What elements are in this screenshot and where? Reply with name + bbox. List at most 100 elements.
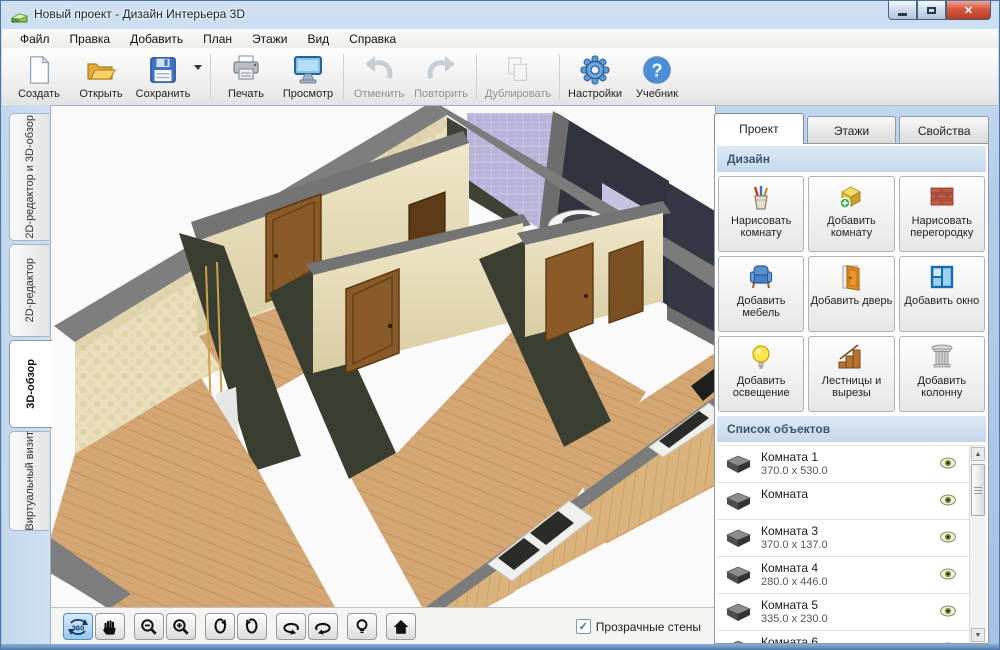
tab-virtual-visit[interactable]: Виртуальный визит [9, 431, 49, 531]
transparent-walls-checkbox[interactable] [576, 619, 591, 634]
rotate-vertical-left-button[interactable] [205, 613, 235, 640]
scroll-down-arrow[interactable]: ▼ [971, 628, 985, 642]
object-list: Комната 1 370.0 x 530.0 Комната [717, 445, 986, 643]
visibility-eye-icon[interactable] [940, 531, 956, 543]
menu-add[interactable]: Добавить [120, 31, 193, 47]
undo-arrow-icon [363, 54, 395, 86]
monitor-icon [292, 54, 324, 86]
tab-3d-view[interactable]: 3D-обзор [9, 340, 52, 428]
visibility-eye-icon[interactable] [940, 605, 956, 617]
save-button-group[interactable]: Сохранить [132, 48, 206, 105]
draw-room-button[interactable]: Нарисовать комнату [718, 176, 804, 252]
pan-button[interactable] [95, 613, 125, 640]
add-furniture-button[interactable]: Добавить мебель [718, 256, 804, 332]
object-list-header: Список объектов [717, 416, 986, 442]
open-button[interactable]: Открыть [70, 48, 132, 105]
rotate-vertical-right-icon [243, 618, 261, 636]
rotate-vertical-right-button[interactable] [237, 613, 267, 640]
menu-view[interactable]: Вид [297, 31, 339, 47]
printer-icon [230, 54, 262, 86]
duplicate-pages-icon [503, 54, 533, 86]
close-button[interactable]: ✕ [946, 1, 991, 20]
settings-button[interactable]: Настройки [564, 48, 626, 105]
zoom-in-icon [172, 618, 190, 636]
preview-button[interactable]: Просмотр [277, 48, 339, 105]
scroll-up-arrow[interactable]: ▲ [971, 447, 985, 461]
maximize-button[interactable] [917, 1, 946, 20]
lighting-button[interactable] [347, 613, 377, 640]
window-icon [928, 263, 956, 291]
door-icon [837, 263, 865, 291]
svg-text:?: ? [652, 60, 663, 80]
rotate-360-button[interactable]: 360 [63, 613, 93, 640]
new-document-icon [24, 54, 54, 86]
duplicate-button[interactable]: Дублировать [481, 48, 555, 105]
menu-floors[interactable]: Этажи [242, 31, 297, 47]
viewport-toolbar: 360 [51, 607, 715, 645]
visibility-eye-icon[interactable] [940, 568, 956, 580]
zoom-out-icon [140, 618, 158, 636]
list-item-room[interactable]: Комната 3 370.0 x 137.0 [717, 520, 986, 557]
visibility-eye-icon[interactable] [940, 457, 956, 469]
menu-file[interactable]: Файл [10, 31, 60, 47]
window-frame-bottom [1, 644, 999, 649]
rotate-360-icon: 360 [67, 616, 89, 638]
menu-help[interactable]: Справка [339, 31, 406, 47]
tab-2d-editor[interactable]: 2D-редактор [9, 244, 49, 337]
rotate-horizontal-left-icon [282, 618, 300, 636]
tab-2d-editor-and-3d-view[interactable]: 2D-редактор и 3D-обзор [9, 113, 49, 241]
rotate-horizontal-left-button[interactable] [276, 613, 306, 640]
scrollbar-thumb[interactable] [971, 464, 985, 516]
app-logo-icon [11, 7, 28, 23]
redo-button[interactable]: Повторить [410, 48, 472, 105]
list-item-room[interactable]: Комната 6 [717, 631, 986, 643]
door [609, 241, 643, 323]
add-room-button[interactable]: Добавить комнату [808, 176, 894, 252]
app-window: Новый проект - Дизайн Интерьера 3D ✕ Фай… [0, 0, 1000, 650]
room-box-icon [837, 183, 865, 211]
add-lighting-button[interactable]: Добавить освещение [718, 336, 804, 412]
menu-edit[interactable]: Правка [60, 31, 121, 47]
rotate-horizontal-right-icon [314, 618, 332, 636]
rotate-horizontal-right-button[interactable] [308, 613, 338, 640]
menu-plan[interactable]: План [193, 31, 242, 47]
question-mark-icon: ? [641, 54, 673, 86]
list-item-room[interactable]: Комната 5 335.0 x 230.0 [717, 594, 986, 631]
title-bar[interactable]: Новый проект - Дизайн Интерьера 3D ✕ [1, 1, 999, 29]
gear-icon [579, 54, 611, 86]
save-button[interactable]: Сохранить [132, 54, 194, 100]
window-title: Новый проект - Дизайн Интерьера 3D [34, 7, 245, 21]
list-item-room[interactable]: Комната [717, 483, 986, 520]
draw-partition-button[interactable]: Нарисовать перегородку [899, 176, 985, 252]
list-item-room[interactable]: Комната 4 280.0 x 446.0 [717, 557, 986, 594]
tutorial-button[interactable]: ? Учебник [626, 48, 688, 105]
new-project-button[interactable]: Создать [8, 48, 70, 105]
print-button[interactable]: Печать [215, 48, 277, 105]
visibility-eye-icon[interactable] [940, 642, 956, 643]
list-item-room[interactable]: Комната 1 370.0 x 530.0 [717, 446, 986, 483]
tab-project[interactable]: Проект [714, 113, 804, 144]
tab-floors[interactable]: Этажи [807, 116, 897, 144]
transparent-walls-toggle[interactable]: Прозрачные стены [576, 619, 701, 634]
minimize-button[interactable] [888, 1, 917, 20]
rotate-vertical-left-icon [211, 618, 229, 636]
stairs-cutouts-button[interactable]: Лестницы и вырезы [808, 336, 894, 412]
zoom-out-button[interactable] [134, 613, 164, 640]
home-view-button[interactable] [386, 613, 416, 640]
undo-button[interactable]: Отменить [348, 48, 410, 105]
design-buttons-grid: Нарисовать комнату Добавить комнату [717, 175, 986, 416]
stairs-icon [837, 343, 865, 371]
add-door-button[interactable]: Добавить дверь [808, 256, 894, 332]
object-list-scrollbar[interactable]: ▲ ▼ [969, 446, 986, 643]
3d-floorplan-scene[interactable] [51, 106, 715, 609]
3d-viewport[interactable]: 360 [50, 105, 716, 646]
design-section-header: Дизайн [717, 146, 986, 172]
room-box-icon [725, 453, 752, 474]
zoom-in-button[interactable] [166, 613, 196, 640]
add-column-button[interactable]: Добавить колонну [899, 336, 985, 412]
save-dropdown-arrow[interactable] [194, 65, 202, 70]
visibility-eye-icon[interactable] [940, 494, 956, 506]
floppy-disk-icon [148, 54, 178, 86]
tab-properties[interactable]: Свойства [899, 116, 989, 144]
add-window-button[interactable]: Добавить окно [899, 256, 985, 332]
